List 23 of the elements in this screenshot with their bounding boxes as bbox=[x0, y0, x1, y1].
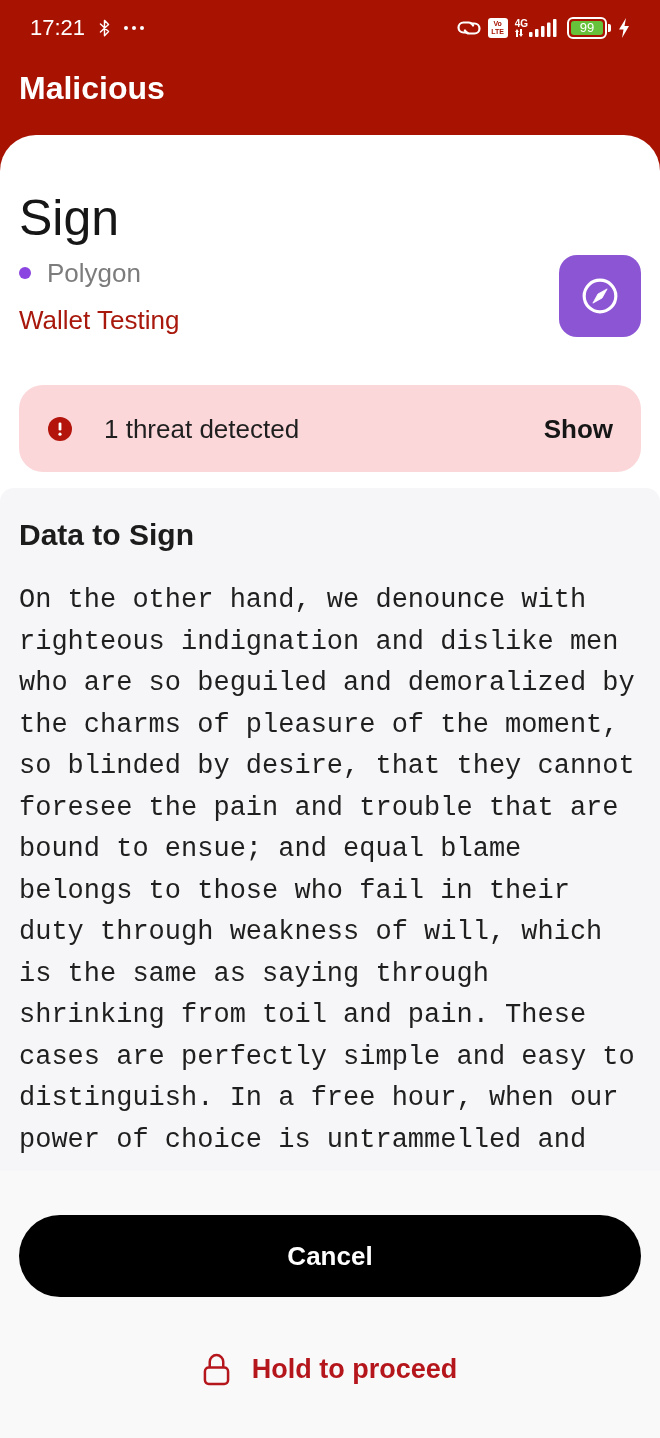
alert-icon bbox=[48, 416, 72, 441]
status-time: 17:21 bbox=[30, 15, 86, 41]
cancel-button[interactable]: Cancel bbox=[19, 1215, 641, 1297]
more-dots-icon bbox=[124, 26, 145, 30]
hold-to-proceed-button[interactable]: Hold to proceed bbox=[202, 1339, 458, 1399]
battery-indicator: 99 bbox=[567, 17, 611, 39]
lock-icon bbox=[202, 1352, 230, 1386]
data-arrows-icon bbox=[514, 29, 523, 37]
threat-message: 1 threat detected bbox=[104, 412, 301, 446]
screen-title: Malicious bbox=[19, 68, 165, 107]
signal-icon bbox=[529, 19, 557, 37]
browser-button[interactable] bbox=[559, 255, 641, 337]
show-threats-button[interactable]: Show bbox=[543, 411, 613, 446]
request-title: Sign bbox=[19, 189, 121, 248]
compass-icon bbox=[581, 277, 619, 315]
link-icon bbox=[456, 19, 481, 37]
data-content: On the other hand, we denounce with righteous indignation and dislike men who are so beguiled and demoralized by the charms of pleasure of the moment, so blinded by desire, that they cannot foresee the pain and trouble that are bound to ensue; and equal blame belongs to those who fail in their duty through weakness of will, which is the same as saying through shrinking from toil and pain. These cases are perfectly simple and easy to distinguish. In a free hour, when our power of choice is untrammelled and bbox=[19, 584, 636, 1157]
bluetooth-icon bbox=[99, 19, 111, 37]
network-type-label: 4G bbox=[514, 19, 528, 29]
dapp-name: Wallet Testing bbox=[19, 303, 180, 337]
charging-bolt-icon bbox=[618, 18, 630, 38]
network-name: Polygon bbox=[47, 256, 141, 290]
data-title: Data to Sign bbox=[19, 517, 195, 553]
